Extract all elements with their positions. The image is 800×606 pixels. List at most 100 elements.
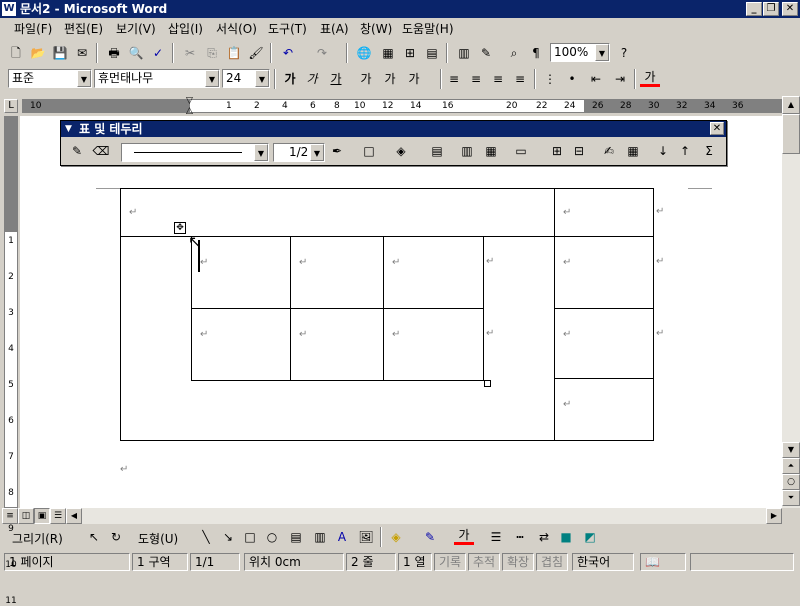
- redo-icon[interactable]: ↷: [312, 43, 332, 63]
- insert-excel-icon[interactable]: ▤: [422, 43, 442, 63]
- zoom-combo[interactable]: 100% ▼: [550, 43, 610, 62]
- font-size-combo[interactable]: 24 ▼: [222, 69, 270, 88]
- show-gridlines-icon[interactable]: ▦: [623, 141, 643, 161]
- vertical-scrollbar[interactable]: ▲ ▼ ⏶ ○ ⏷: [782, 96, 800, 508]
- shading-color-icon[interactable]: ◈: [391, 141, 411, 161]
- print-icon[interactable]: 🖶: [104, 43, 124, 63]
- menu-table[interactable]: 표(A): [320, 21, 349, 37]
- spelling-status-icon[interactable]: 📖: [640, 553, 686, 571]
- status-rec[interactable]: 기록: [434, 553, 466, 571]
- copy-icon[interactable]: ⎘: [202, 43, 222, 63]
- table-cell-r1c2[interactable]: ↵: [554, 188, 654, 237]
- email-icon[interactable]: ✉: [72, 43, 92, 63]
- nested-cell-r1c3[interactable]: ↵: [383, 236, 484, 309]
- numbering-icon[interactable]: ⋮: [540, 69, 560, 89]
- table-resize-handle[interactable]: [484, 380, 491, 387]
- char-shading-icon[interactable]: 가: [380, 69, 400, 89]
- line-color-icon[interactable]: ✎: [420, 527, 440, 547]
- horizontal-ruler[interactable]: L ▽ △ 10 1 2 4 6 8 10 12 14 16 20 22 24 …: [0, 96, 800, 116]
- print-layout-icon[interactable]: ▣: [34, 508, 50, 524]
- tab-selector[interactable]: L: [4, 99, 18, 113]
- scroll-right-icon[interactable]: ▶: [766, 508, 782, 524]
- web-layout-icon[interactable]: ◫: [18, 508, 34, 524]
- arrow-icon[interactable]: ↘: [218, 527, 238, 547]
- status-trk[interactable]: 추적: [468, 553, 500, 571]
- previous-page-icon[interactable]: ⏶: [782, 458, 800, 474]
- distribute-columns-icon[interactable]: ⊟: [569, 141, 589, 161]
- font-combo[interactable]: 휴먼태나무 ▼: [94, 69, 220, 88]
- chevron-down-icon[interactable]: ▼: [77, 70, 91, 87]
- free-rotate-icon[interactable]: ↻: [106, 527, 126, 547]
- decrease-indent-icon[interactable]: ⇤: [586, 69, 606, 89]
- menu-format[interactable]: 서식(O): [216, 21, 257, 37]
- align-center-icon[interactable]: ≡: [466, 69, 486, 89]
- style-combo[interactable]: 표준 ▼: [8, 69, 92, 88]
- columns-icon[interactable]: ▥: [454, 43, 474, 63]
- scroll-up-icon[interactable]: ▲: [782, 96, 800, 114]
- shadow-icon[interactable]: ■: [556, 527, 576, 547]
- new-document-icon[interactable]: 🗋: [6, 43, 26, 63]
- word-app-icon[interactable]: W: [2, 2, 16, 16]
- table-move-handle-icon[interactable]: ✥: [174, 222, 186, 234]
- tables-borders-icon[interactable]: ▦: [378, 43, 398, 63]
- oval-icon[interactable]: ○: [262, 527, 282, 547]
- horizontal-scroll-track[interactable]: [82, 508, 766, 524]
- vertical-ruler[interactable]: 1 2 3 4 5 6 7 8 9 10 11: [0, 116, 20, 606]
- normal-view-icon[interactable]: ≡: [2, 508, 18, 524]
- paste-icon[interactable]: 📋: [224, 43, 244, 63]
- table-cell-r4c2[interactable]: ↵: [554, 378, 654, 441]
- increase-indent-icon[interactable]: ⇥: [610, 69, 630, 89]
- outline-view-icon[interactable]: ☰: [50, 508, 66, 524]
- chevron-down-icon[interactable]: ▼: [595, 44, 609, 61]
- next-page-icon[interactable]: ⏷: [782, 490, 800, 506]
- select-objects-icon[interactable]: ↖: [84, 527, 104, 547]
- table-cell-r2c2[interactable]: ↵: [554, 236, 654, 309]
- italic-icon[interactable]: 가: [302, 69, 322, 89]
- chevron-down-icon[interactable]: ▼: [65, 121, 72, 137]
- status-ovr[interactable]: 겹침: [536, 553, 568, 571]
- wordart-icon[interactable]: A: [332, 527, 352, 547]
- first-line-indent-marker[interactable]: ▽: [186, 96, 193, 106]
- minimize-button[interactable]: _: [746, 2, 762, 16]
- menu-tools[interactable]: 도구(T): [268, 21, 307, 37]
- hyperlink-icon[interactable]: 🌐: [354, 43, 374, 63]
- open-folder-icon[interactable]: 📂: [28, 43, 48, 63]
- close-button[interactable]: ✕: [782, 2, 798, 16]
- tables-borders-titlebar[interactable]: ▼ 표 및 테두리 ✕: [61, 121, 726, 137]
- menu-view[interactable]: 보기(V): [116, 21, 156, 37]
- nested-cell-r2c2[interactable]: ↵: [290, 308, 384, 381]
- outside-border-icon[interactable]: □: [359, 141, 379, 161]
- drawing-icon[interactable]: ✎: [476, 43, 496, 63]
- chevron-down-icon[interactable]: ▼: [255, 70, 269, 87]
- border-color-icon[interactable]: ✒: [327, 141, 347, 161]
- bold-icon[interactable]: 가: [280, 69, 300, 89]
- insert-table-icon[interactable]: ▤: [427, 141, 447, 161]
- dash-style-icon[interactable]: ┅: [510, 527, 530, 547]
- nested-cell-r1c2[interactable]: ↵: [290, 236, 384, 309]
- cut-icon[interactable]: ✂: [180, 43, 200, 63]
- scroll-left-icon[interactable]: ◀: [66, 508, 82, 524]
- phonetic-icon[interactable]: 가: [404, 69, 424, 89]
- sort-ascending-icon[interactable]: ↓: [653, 141, 673, 161]
- rectangle-icon[interactable]: □: [240, 527, 260, 547]
- menu-insert[interactable]: 삽입(I): [168, 21, 203, 37]
- underline-icon[interactable]: 가: [326, 69, 346, 89]
- autosum-icon[interactable]: Σ: [699, 141, 719, 161]
- autoshapes-menu[interactable]: 도형(U): [138, 530, 178, 547]
- line-weight-combo[interactable]: 1/2 ▼: [273, 143, 325, 162]
- spelling-icon[interactable]: ✓: [148, 43, 168, 63]
- nested-cell-r1c1[interactable]: ↵: [191, 236, 291, 309]
- menu-edit[interactable]: 편집(E): [64, 21, 103, 37]
- draw-menu[interactable]: 그리기(R): [12, 530, 63, 547]
- table-cell-r3c2[interactable]: ↵: [554, 308, 654, 379]
- fill-color-icon[interactable]: ◈: [386, 527, 406, 547]
- line-icon[interactable]: ╲: [196, 527, 216, 547]
- scroll-down-icon[interactable]: ▼: [782, 442, 800, 458]
- insert-table-icon[interactable]: ⊞: [400, 43, 420, 63]
- align-top-icon[interactable]: ▭: [511, 141, 531, 161]
- table-autoformat-icon[interactable]: ✍: [599, 141, 619, 161]
- nested-cell-r2c1[interactable]: ↵: [191, 308, 291, 381]
- vertical-text-box-icon[interactable]: ▥: [310, 527, 330, 547]
- align-right-icon[interactable]: ≡: [488, 69, 508, 89]
- document-map-icon[interactable]: ⌕: [504, 43, 524, 63]
